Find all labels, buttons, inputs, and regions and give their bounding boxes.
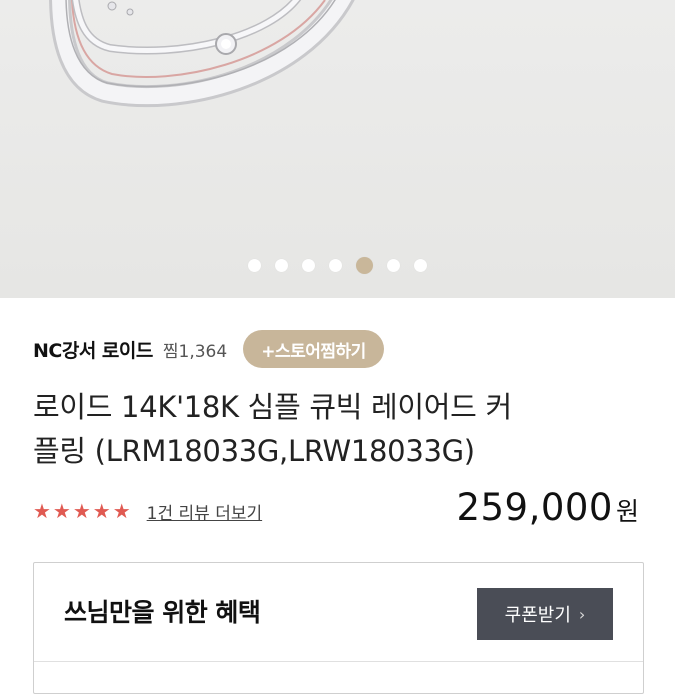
ring-product-image [49, 0, 355, 108]
carousel-dot-3[interactable] [302, 258, 315, 272]
star-rating-icon: ★★★★★ [33, 499, 133, 523]
product-title-line-1: 로이드 14K'18K 심플 큐빅 레이어드 커 [33, 390, 512, 424]
divider [34, 661, 643, 662]
product-image-carousel[interactable] [0, 0, 675, 298]
coupon-button-label: 쿠폰받기 [504, 605, 571, 626]
product-title-line-2: 플링 (LRM18033G,LRW18033G) [33, 434, 475, 468]
carousel-dot-5-active[interactable] [356, 256, 373, 274]
product-title: 로이드 14K'18K 심플 큐빅 레이어드 커 플링 (LRM18033G,L… [33, 385, 643, 473]
price-unit: 원 [615, 497, 639, 526]
price-value: 259,000 [456, 486, 613, 529]
benefit-section: 쓰님만을 위한 혜택 쿠폰받기 › [33, 562, 644, 694]
carousel-dot-4[interactable] [329, 258, 342, 272]
carousel-dot-7[interactable] [414, 258, 427, 272]
chevron-right-icon: › [578, 604, 586, 624]
review-more-link[interactable]: 1건 리뷰 더보기 [147, 499, 262, 524]
carousel-dot-6[interactable] [387, 258, 400, 272]
store-info-row: NC강서 로이드 찜1,364 +스토어찜하기 [33, 330, 384, 368]
store-like-count: 찜1,364 [162, 341, 228, 362]
store-name[interactable]: NC강서 로이드 [33, 336, 153, 363]
carousel-dot-2[interactable] [275, 258, 288, 272]
benefit-title: 쓰님만을 위한 혜택 [64, 598, 261, 627]
product-price: 259,000 원 [456, 486, 639, 529]
carousel-indicator [0, 256, 675, 274]
coupon-button[interactable]: 쿠폰받기 › [477, 588, 613, 640]
carousel-dot-1[interactable] [248, 258, 261, 272]
store-like-button[interactable]: +스토어찜하기 [243, 330, 384, 368]
rating-row: ★★★★★ 1건 리뷰 더보기 [33, 494, 262, 528]
